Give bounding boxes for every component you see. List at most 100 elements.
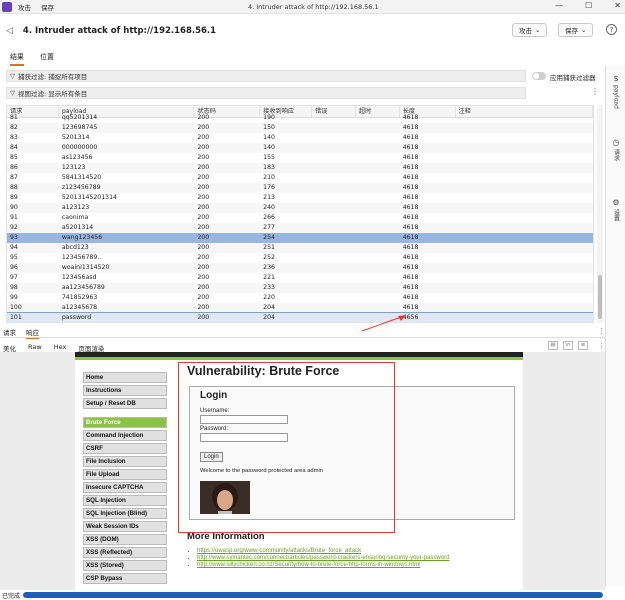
table-row[interactable]: 100 a12345678 200 204 4618 [7, 303, 593, 313]
table-cell: woaini1314520 [61, 264, 110, 271]
table-row[interactable]: 93 wang123456 200 254 4618 [7, 233, 593, 243]
table-cell [312, 193, 356, 203]
table-row[interactable]: 92 a5201314 200 277 4618 [7, 223, 593, 233]
table-row[interactable]: 95 123456789.. 200 252 4618 [7, 253, 593, 263]
dollar-icon: $ [613, 74, 619, 83]
newline-icon[interactable]: \n [563, 341, 573, 350]
table-cell [312, 293, 356, 303]
table-cell [312, 273, 356, 283]
tab-results[interactable]: 结果 [10, 52, 24, 66]
maximize-icon[interactable]: ☐ [585, 1, 592, 10]
more-info-links: https://owasp.org/www-community/attacks/… [197, 548, 449, 569]
table-cell: 95 [10, 254, 18, 261]
side-tab-payload[interactable]: $ payload [606, 74, 625, 111]
table-cell: 254 [263, 234, 275, 241]
status-bar: 已完成 [0, 590, 625, 600]
table-cell: 200 [197, 174, 210, 181]
table-row[interactable]: 99 741852963 200 220 4618 [7, 293, 593, 303]
table-cell: 200 [197, 134, 210, 141]
table-cell [456, 173, 594, 183]
reference-link[interactable]: https://owasp.org/www-community/attacks/… [197, 548, 361, 554]
table-row[interactable]: 101 password 200 204 4656 [7, 312, 593, 322]
table-row[interactable]: 84 000000000 200 140 4618 [7, 143, 593, 153]
table-cell [356, 253, 400, 263]
apply-capture-filter-toggle[interactable] [532, 72, 546, 80]
table-cell: 4618 [402, 124, 419, 131]
attack-button[interactable]: 攻击 ⌄ [512, 23, 548, 37]
table-cell: 741852963 [61, 294, 98, 301]
table-row[interactable]: 85 as123456 200 155 4618 [7, 153, 593, 163]
table-cell: 200 [197, 244, 210, 251]
tab-positions[interactable]: 位置 [40, 52, 54, 66]
table-cell: 123456asd [61, 274, 97, 281]
dvwa-nav-item[interactable]: XSS (Stored) [83, 560, 167, 571]
table-cell [456, 123, 594, 133]
table-row[interactable]: 97 123456asd 200 221 4618 [7, 273, 593, 283]
table-cell: 94 [10, 244, 18, 251]
side-tab-settings[interactable]: ⚙ 设置 [606, 198, 625, 223]
dvwa-nav-item[interactable]: XSS (Reflected) [83, 547, 167, 558]
table-row[interactable]: 88 z123456789 200 176 4618 [7, 183, 593, 193]
table-cell: 52013145201314 [61, 194, 117, 201]
dvwa-nav-item[interactable]: Brute Force [83, 417, 167, 428]
table-cell [312, 133, 356, 143]
table-cell: 123123 [61, 164, 86, 171]
table-row[interactable]: 89 52013145201314 200 213 4618 [7, 193, 593, 203]
table-cell: 83 [10, 134, 18, 141]
dvwa-nav-item[interactable]: CSP Bypass [83, 573, 167, 584]
table-row[interactable]: 83 5201314 200 140 4618 [7, 133, 593, 143]
table-scrollbar[interactable] [597, 105, 603, 323]
dvwa-nav-item[interactable]: File Inclusion [83, 456, 167, 467]
table-cell: 4618 [402, 224, 419, 231]
table-cell [456, 263, 594, 273]
menu-icon[interactable]: ≡ [578, 341, 588, 350]
table-cell: 221 [263, 274, 275, 281]
dvwa-nav-item[interactable]: Home [83, 372, 167, 383]
back-arrow-icon[interactable]: ◁ [6, 26, 13, 36]
dvwa-nav-item[interactable]: CSRF [83, 443, 167, 454]
table-row[interactable]: 94 abcd123 200 251 4618 [7, 243, 593, 253]
side-tab-request[interactable]: ◷ 请求 [606, 138, 625, 163]
reference-link[interactable]: http://www.sillychicken.co.nz/Security/h… [197, 562, 420, 568]
table-cell [356, 153, 400, 163]
close-icon[interactable]: ✕ [614, 1, 621, 10]
view-filter-bar[interactable]: ▽ 视图过滤: 显示所有条目 [6, 87, 526, 99]
table-cell [312, 143, 356, 153]
dvwa-nav-item[interactable]: File Upload [83, 469, 167, 480]
capture-filter-text: 捕获过滤: 捕捉所有项目 [18, 73, 88, 81]
save-button[interactable]: 保存 ⌄ [558, 23, 594, 37]
table-body: 81 qq5201314 200 190 4618 82 123698745 200 150 46… [7, 113, 593, 322]
table-row[interactable]: 86 123123 200 183 4618 [7, 163, 593, 173]
dvwa-nav-item[interactable]: Command Injection [83, 430, 167, 441]
menu-attack[interactable]: 攻击 [18, 2, 31, 12]
table-row[interactable]: 87 5841314520 200 210 4618 [7, 173, 593, 183]
menu-save[interactable]: 保存 [41, 2, 54, 12]
table-cell: wang123456 [61, 234, 103, 241]
divider [0, 337, 605, 338]
help-icon[interactable]: ? [606, 24, 617, 35]
wrap-icon[interactable]: ▤ [548, 341, 558, 350]
scrollbar-thumb[interactable] [598, 275, 602, 319]
dvwa-nav-item[interactable]: Weak Session IDs [83, 521, 167, 532]
more-options-icon[interactable]: ⋮ [598, 327, 605, 335]
table-row[interactable]: 98 aa123456789 200 233 4618 [7, 283, 593, 293]
table-row[interactable]: 96 woaini1314520 200 236 4618 [7, 263, 593, 273]
table-row[interactable]: 81 qq5201314 200 190 4618 [7, 113, 593, 123]
table-cell: 200 [197, 144, 210, 151]
minimize-icon[interactable]: — [555, 1, 563, 10]
dvwa-nav-item[interactable]: XSS (DOM) [83, 534, 167, 545]
more-options-icon[interactable]: ⋮ [598, 342, 605, 350]
capture-filter-bar[interactable]: ▽ 捕获过滤: 捕捉所有项目 [6, 70, 526, 82]
table-cell: 190 [263, 114, 275, 121]
table-row[interactable]: 90 a123123 200 240 4618 [7, 203, 593, 213]
dvwa-nav-item[interactable]: Insecure CAPTCHA [83, 482, 167, 493]
reference-link[interactable]: http://www.symantec.com/connect/articles… [197, 555, 449, 561]
dvwa-nav-item[interactable]: Setup / Reset DB [83, 398, 167, 409]
dvwa-nav-item[interactable]: SQL Injection (Blind) [83, 508, 167, 519]
dvwa-nav-item[interactable]: Instructions [83, 385, 167, 396]
table-row[interactable]: 91 caonima 200 266 4618 [7, 213, 593, 223]
more-options-icon[interactable]: ⋮ [591, 87, 599, 96]
table-cell: qq5201314 [61, 114, 98, 121]
dvwa-nav-item[interactable]: SQL Injection [83, 495, 167, 506]
table-row[interactable]: 82 123698745 200 150 4618 [7, 123, 593, 133]
